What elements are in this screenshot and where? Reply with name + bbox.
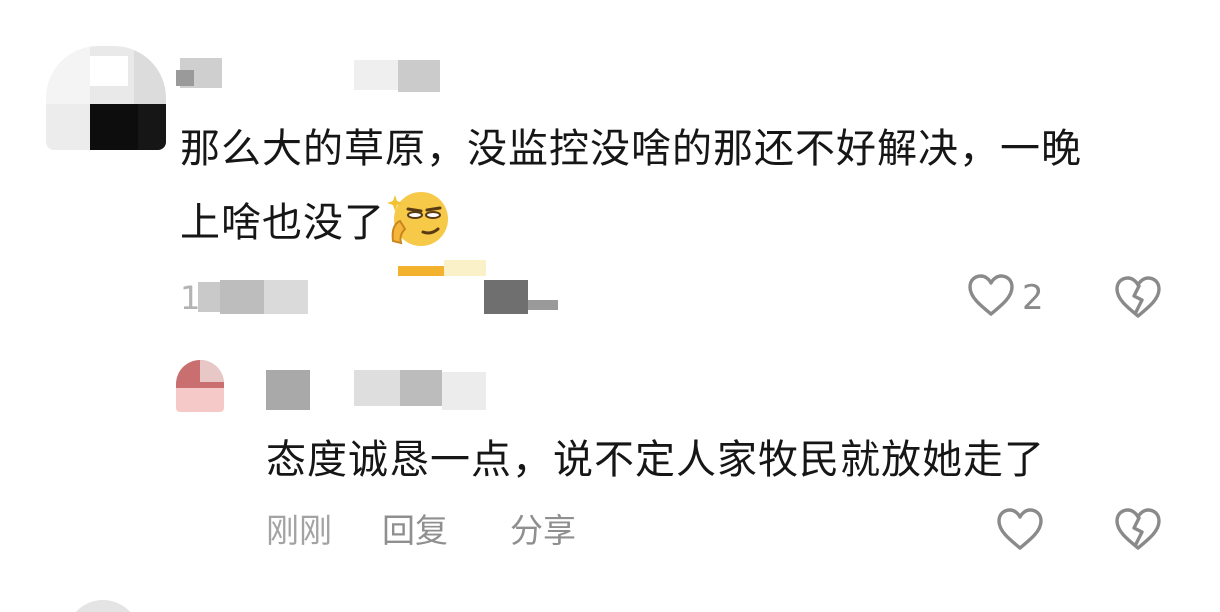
- reply-timestamp: 刚刚: [266, 511, 332, 550]
- broken-heart-icon: [1112, 508, 1164, 558]
- commenter-username-blurred-part: [398, 60, 440, 92]
- heart-outline-icon: [994, 508, 1046, 558]
- sly-thinking-face-emoji-icon: [385, 185, 453, 253]
- replier-username-blurred-part: [442, 372, 486, 410]
- replier-username-blurred-part: [400, 370, 442, 406]
- meta-blur: [528, 300, 558, 310]
- comment-thread: 那么大的草原，没监控没啥的那还不好解决，一晚 上啥也没了 1 2 态度诚恳一点，…: [0, 0, 1220, 612]
- comment-text: 那么大的草原，没监控没啥的那还不好解决，一晚 上啥也没了: [180, 112, 1190, 260]
- reply-dislike-button[interactable]: [1112, 506, 1164, 554]
- replier-avatar[interactable]: [176, 360, 224, 412]
- meta-blur: [398, 266, 444, 276]
- reply-actions-row: 刚刚 回复 分享: [266, 506, 576, 556]
- comment-like-button[interactable]: 2: [966, 274, 1044, 322]
- meta-blur: [444, 260, 486, 276]
- meta-blur: [220, 280, 264, 314]
- heart-outline-icon[interactable]: [966, 272, 1016, 324]
- replier-username-blurred[interactable]: [266, 370, 310, 410]
- like-count: 2: [1022, 278, 1044, 318]
- comment-text-line-2: 上啥也没了: [180, 200, 385, 246]
- reply-button[interactable]: 回复: [382, 506, 448, 556]
- meta-blur: [484, 280, 528, 314]
- comment-text-line-1: 那么大的草原，没监控没啥的那还不好解决，一晚: [180, 126, 1082, 172]
- broken-heart-icon: [1112, 276, 1164, 326]
- commenter-avatar[interactable]: [46, 46, 166, 150]
- share-button[interactable]: 分享: [510, 506, 576, 556]
- commenter-username-blurred-part: [354, 60, 398, 90]
- replier-username-blurred-part: [354, 370, 400, 406]
- commenter-username-blurred-part: [176, 70, 194, 86]
- meta-blur: [198, 282, 220, 312]
- meta-blur: [264, 280, 308, 314]
- next-commenter-avatar[interactable]: [66, 600, 140, 612]
- reply-like-button[interactable]: [994, 506, 1046, 554]
- dislike-button[interactable]: [1112, 274, 1164, 322]
- reply-text: 态度诚恳一点，说不定人家牧民就放她走了: [266, 437, 1045, 483]
